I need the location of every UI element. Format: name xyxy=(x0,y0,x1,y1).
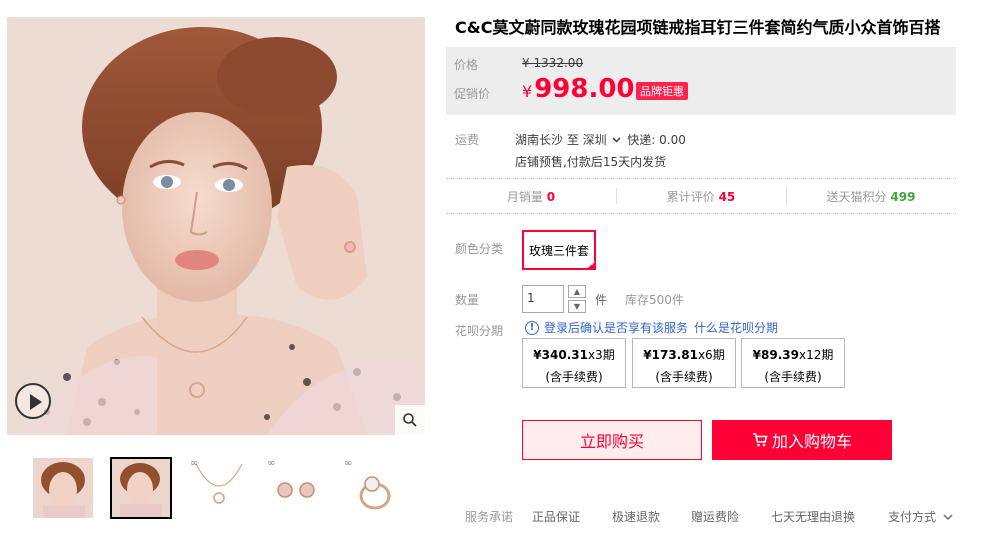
installment-amount: ¥89.39 xyxy=(752,348,799,362)
service-item[interactable]: 七天无理由退换 xyxy=(771,508,855,525)
original-price: ¥ 1332.00 xyxy=(522,56,584,70)
points-label: 送天猫积分 xyxy=(826,190,887,204)
payment-methods-label: 支付方式 xyxy=(888,510,937,524)
product-title: C&C莫文蔚同款玫瑰花园项链戒指耳钉三件套简约气质小众首饰百搭 xyxy=(455,18,941,37)
monthly-sales: 月销量 0 xyxy=(446,188,616,205)
zoom-icon[interactable] xyxy=(395,405,425,435)
thumbnail-1[interactable] xyxy=(32,457,94,519)
model-photo xyxy=(7,17,425,435)
chevron-down-icon xyxy=(943,514,953,520)
huabei-help-link[interactable]: 什么是花呗分期 xyxy=(694,319,778,336)
play-video-button[interactable] xyxy=(15,383,51,419)
reviews-value: 45 xyxy=(718,190,736,204)
buy-now-button[interactable]: 立即购买 xyxy=(522,420,702,460)
huabei-tip-text: 登录后确认是否享有该服务 xyxy=(544,321,689,335)
installment-option-12[interactable]: ¥89.39x12期 (含手续费) xyxy=(741,338,845,388)
color-option-rose-set[interactable]: 玫瑰三件套 xyxy=(522,230,596,270)
payment-methods-dropdown[interactable]: 支付方式 xyxy=(888,508,953,525)
thumbnail-5-ring[interactable]: ∞ xyxy=(341,457,403,519)
thumbnail-strip: ∞ ∞ ∞ xyxy=(32,457,403,521)
price-panel: 价格 ¥ 1332.00 促销价 ¥998.00 品牌钜惠 xyxy=(446,47,956,115)
service-item[interactable]: 极速退款 xyxy=(612,508,660,525)
quantity-label: 数量 xyxy=(455,293,480,307)
installment-fee: (含手续费) xyxy=(764,370,822,384)
shipping-route-text: 湖南长沙 至 深圳 xyxy=(515,133,607,147)
thumbnail-3-necklace[interactable]: ∞ xyxy=(187,457,249,519)
installment-amount: ¥340.31 xyxy=(533,348,588,362)
promo-price-value: 998.00 xyxy=(534,74,635,104)
huabei-tip: ! 登录后确认是否享有该服务 什么是花呗分期 xyxy=(525,319,778,336)
quantity-decrease-button[interactable]: ▼ xyxy=(568,300,586,313)
selected-check-icon xyxy=(586,260,596,270)
thumb-tag: ∞ xyxy=(344,458,353,469)
thumb-tag: ∞ xyxy=(267,458,276,469)
add-to-cart-label: 加入购物车 xyxy=(771,432,852,451)
installment-periods: x6期 xyxy=(697,348,725,362)
installment-fee: (含手续费) xyxy=(655,370,713,384)
main-product-image[interactable] xyxy=(7,17,425,435)
stats-bar: 月销量 0 累计评价 45 送天猫积分 499 xyxy=(446,180,956,214)
service-item[interactable]: 赠运费险 xyxy=(691,508,739,525)
thumbnail-4-earrings[interactable]: ∞ xyxy=(264,457,326,519)
installment-fee: (含手续费) xyxy=(545,370,603,384)
monthly-sales-label: 月销量 xyxy=(506,190,543,204)
divider xyxy=(446,178,956,179)
currency-symbol: ¥ xyxy=(522,82,533,101)
stock-count: 库存500件 xyxy=(625,293,684,307)
promo-price: ¥998.00 xyxy=(522,74,635,104)
installment-periods: x3期 xyxy=(587,348,615,362)
reviews-count[interactable]: 累计评价 45 xyxy=(616,188,786,205)
divider xyxy=(446,213,956,214)
shipping-label: 运费 xyxy=(455,133,480,147)
installment-periods: x12期 xyxy=(798,348,834,362)
tmall-points: 送天猫积分 499 xyxy=(786,188,956,205)
add-to-cart-button[interactable]: 加入购物车 xyxy=(712,420,892,460)
chevron-down-icon xyxy=(612,137,621,143)
installment-option-6[interactable]: ¥173.81x6期 (含手续费) xyxy=(632,338,736,388)
monthly-sales-value: 0 xyxy=(546,190,556,204)
service-label: 服务承诺 xyxy=(465,510,514,524)
quantity-increase-button[interactable]: ▲ xyxy=(568,285,586,298)
price-label: 价格 xyxy=(454,58,479,72)
shipping-express: 快递: 0.00 xyxy=(627,133,686,147)
quantity-unit: 件 xyxy=(595,293,608,307)
shipping-route[interactable]: 湖南长沙 至 深圳 快递: 0.00 xyxy=(515,131,686,148)
brand-discount-badge: 品牌钜惠 xyxy=(636,82,688,100)
color-option-label: 玫瑰三件套 xyxy=(528,243,589,258)
shipping-row: 运费 湖南长沙 至 深圳 快递: 0.00 店铺预售,付款后15天内发货 xyxy=(455,131,955,171)
installment-option-3[interactable]: ¥340.31x3期 (含手续费) xyxy=(522,338,626,388)
thumbnail-2[interactable] xyxy=(110,457,172,519)
thumb-tag: ∞ xyxy=(190,458,199,469)
shipping-note: 店铺预售,付款后15天内发货 xyxy=(515,155,667,169)
buy-now-label: 立即购买 xyxy=(579,432,644,451)
color-label: 颜色分类 xyxy=(455,242,504,256)
promo-price-label: 促销价 xyxy=(454,87,491,101)
huabei-label: 花呗分期 xyxy=(455,324,504,338)
service-promises: 服务承诺 正品保证 极速退款 赠运费险 七天无理由退换 支付方式 xyxy=(455,508,965,528)
quantity-input[interactable]: 1 xyxy=(522,285,564,313)
cart-icon xyxy=(752,433,768,447)
info-icon: ! xyxy=(525,320,539,335)
installment-amount: ¥173.81 xyxy=(643,348,698,362)
points-value: 499 xyxy=(890,190,916,204)
service-item[interactable]: 正品保证 xyxy=(532,508,580,525)
reviews-label: 累计评价 xyxy=(666,190,715,204)
